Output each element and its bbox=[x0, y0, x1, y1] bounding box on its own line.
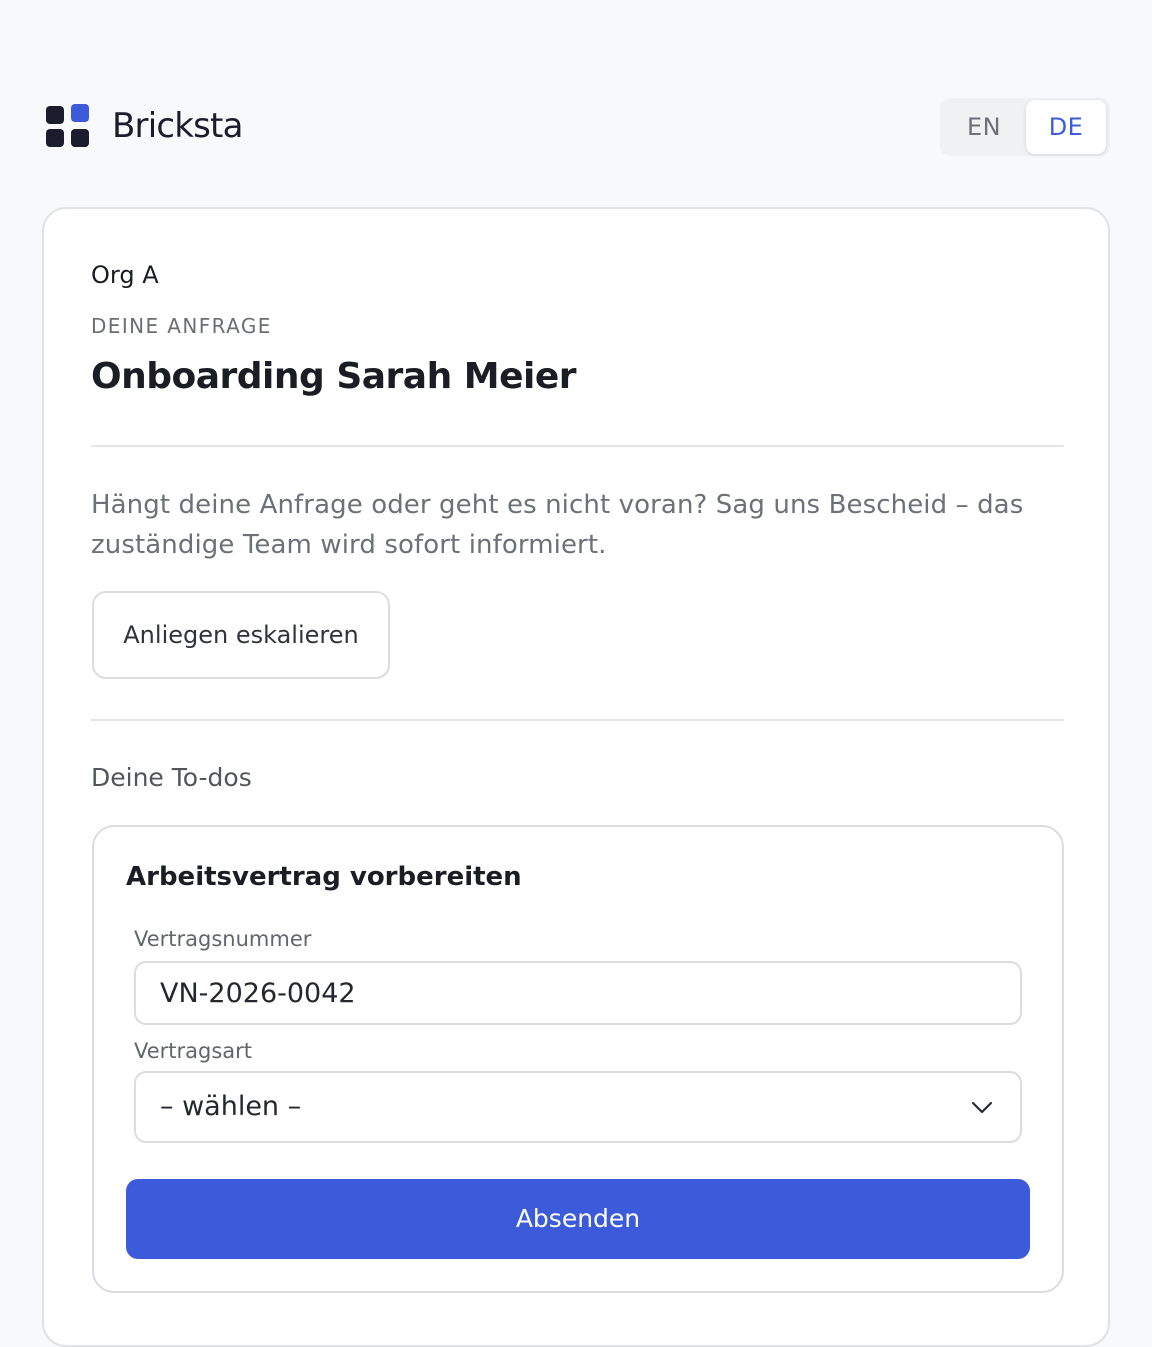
contract-type-label: Vertragsart bbox=[134, 1039, 253, 1063]
four-squares-logo-icon bbox=[46, 104, 89, 147]
escalation-helper-text: Hängt deine Anfrage oder geht es nicht v… bbox=[91, 490, 1024, 560]
language-switch: EN DE bbox=[940, 98, 1110, 156]
app-header: Bricksta EN DE bbox=[46, 98, 1110, 156]
todo-card: Arbeitsvertrag vorbereiten Vertragsnumme… bbox=[92, 825, 1064, 1293]
chevron-down-icon bbox=[971, 1101, 993, 1114]
request-card: Org A DEINE ANFRAGE Onboarding Sarah Mei… bbox=[42, 207, 1110, 1347]
contract-type-selected-value: – wählen – bbox=[160, 1091, 302, 1122]
todo-title: Arbeitsvertrag vorbereiten bbox=[126, 862, 522, 892]
contract-number-input[interactable] bbox=[134, 961, 1022, 1025]
contract-number-label: Vertragsnummer bbox=[134, 927, 312, 951]
language-option-en[interactable]: EN bbox=[944, 100, 1024, 154]
request-eyebrow: DEINE ANFRAGE bbox=[91, 314, 272, 338]
request-title: Onboarding Sarah Meier bbox=[91, 356, 577, 397]
escalate-button[interactable]: Anliegen eskalieren bbox=[92, 591, 390, 679]
org-name: Org A bbox=[91, 261, 159, 289]
contract-type-select[interactable]: – wählen – bbox=[134, 1071, 1022, 1143]
language-option-de[interactable]: DE bbox=[1026, 100, 1106, 154]
submit-button[interactable]: Absenden bbox=[126, 1179, 1030, 1259]
divider bbox=[91, 445, 1064, 447]
brand-name: Bricksta bbox=[112, 106, 243, 146]
divider bbox=[91, 719, 1064, 721]
todos-section-label: Deine To-dos bbox=[91, 763, 252, 792]
